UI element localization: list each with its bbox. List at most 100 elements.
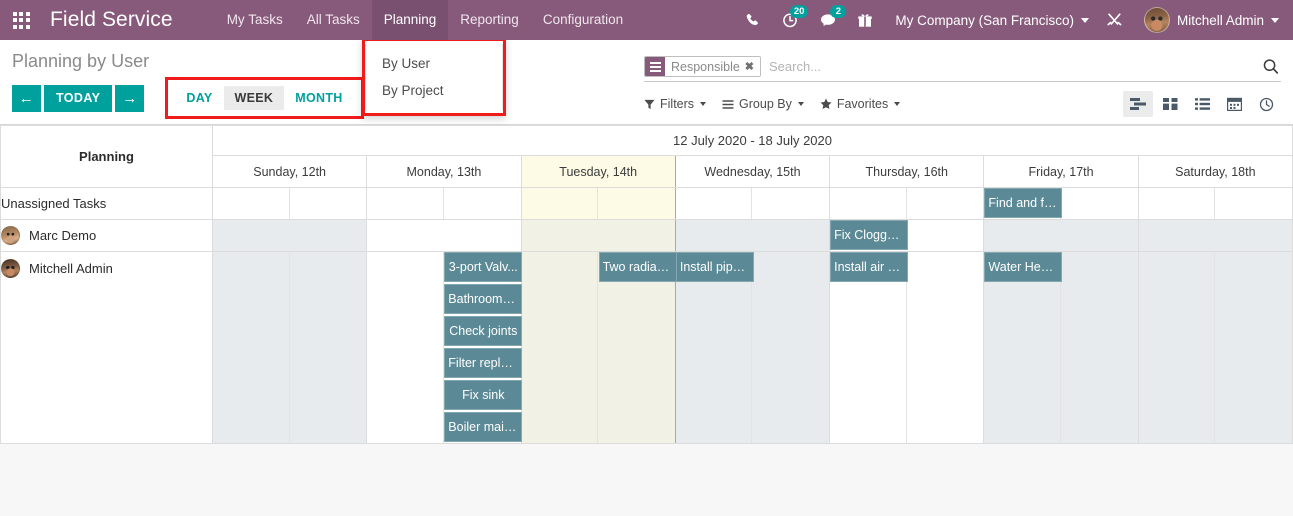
task-pill[interactable]: Filter replac... [444, 348, 522, 378]
gift-icon[interactable] [847, 0, 883, 40]
day-header-friday[interactable]: Friday, 17th [984, 156, 1138, 188]
menu-item-my-tasks[interactable]: My Tasks [215, 0, 295, 40]
row-label-mitchell-admin[interactable]: Mitchell Admin [1, 252, 213, 444]
scale-toggle-group: DAY WEEK MONTH [165, 77, 363, 119]
search-facet-responsible[interactable]: Responsible ✖ [644, 56, 761, 77]
day-header-saturday[interactable]: Saturday, 18th [1138, 156, 1292, 188]
filters-label: Filters [660, 97, 694, 111]
activity-clock-icon[interactable]: 20 [771, 0, 809, 40]
day-header-thursday[interactable]: Thursday, 16th [830, 156, 984, 188]
app-brand-title: Field Service [42, 8, 187, 32]
dropdown-item-by-project[interactable]: By Project [366, 77, 502, 104]
debug-tools-icon[interactable] [1095, 0, 1134, 40]
gantt-corner-label: Planning [1, 126, 213, 188]
cell-marc-friday[interactable] [984, 220, 1138, 252]
planning-views-dropdown: By User By Project [362, 38, 506, 116]
activity-view-icon[interactable] [1251, 91, 1281, 117]
menu-item-reporting[interactable]: Reporting [448, 0, 531, 40]
user-name-label: Mitchell Admin [1177, 13, 1264, 28]
phone-icon[interactable] [734, 0, 771, 40]
calendar-view-icon[interactable] [1219, 91, 1249, 117]
cell-marc-sunday[interactable] [213, 220, 367, 252]
main-menu: My Tasks All Tasks Planning Reporting Co… [215, 0, 635, 40]
gantt-date-range: 12 July 2020 - 18 July 2020 [213, 126, 1293, 156]
scale-day-button[interactable]: DAY [175, 86, 223, 110]
gantt-table: Planning 12 July 2020 - 18 July 2020 Sun… [0, 125, 1293, 444]
filters-dropdown[interactable]: Filters [644, 97, 706, 111]
task-pill[interactable]: 3-port Valv... [444, 252, 522, 282]
row-label-unassigned-tasks[interactable]: Unassigned Tasks [1, 188, 213, 220]
task-pill[interactable]: Boiler main... [444, 412, 522, 442]
avatar-mitchell-admin [1, 259, 20, 278]
dropdown-item-by-user[interactable]: By User [366, 50, 502, 77]
apps-menu-icon[interactable] [0, 0, 42, 40]
task-pill[interactable]: Two radiato... [599, 252, 677, 282]
cell-unassigned-saturday[interactable] [1138, 188, 1292, 220]
group-by-dropdown[interactable]: Group By [722, 97, 804, 111]
task-pill[interactable]: Fix Clogged... [830, 220, 908, 250]
cell-marc-thursday[interactable]: Fix Clogged... [830, 220, 984, 252]
gantt-view-icon[interactable] [1123, 91, 1153, 117]
control-panel-left: Planning by User ← TODAY → DAY WEEK MONT… [0, 44, 640, 119]
day-header-monday[interactable]: Monday, 13th [367, 156, 521, 188]
messages-icon[interactable]: 2 [809, 0, 847, 40]
search-icon[interactable] [1254, 58, 1281, 75]
task-pill[interactable]: Check joints [444, 316, 522, 346]
menu-item-all-tasks[interactable]: All Tasks [295, 0, 372, 40]
cell-unassigned-wednesday[interactable] [675, 188, 829, 220]
cell-unassigned-sunday[interactable] [213, 188, 367, 220]
row-label-text: Mitchell Admin [29, 261, 113, 276]
favorites-label: Favorites [837, 97, 888, 111]
cell-unassigned-thursday[interactable] [830, 188, 984, 220]
chevron-down-icon [798, 102, 804, 106]
cell-mitchell-tuesday[interactable]: Two radiato... [521, 252, 675, 444]
cell-unassigned-friday[interactable]: Find and fix... [984, 188, 1138, 220]
gantt-view: Planning 12 July 2020 - 18 July 2020 Sun… [0, 125, 1293, 444]
task-pill[interactable]: Fix sink [444, 380, 522, 410]
task-pill[interactable]: Find and fix... [984, 188, 1062, 218]
menu-item-planning[interactable]: Planning [372, 0, 449, 40]
today-button[interactable]: TODAY [44, 85, 112, 112]
list-view-icon[interactable] [1187, 91, 1217, 117]
company-name: My Company (San Francisco) [895, 13, 1074, 28]
day-header-sunday[interactable]: Sunday, 12th [213, 156, 367, 188]
row-label-marc-demo[interactable]: Marc Demo [1, 220, 213, 252]
task-pill[interactable]: Bathroom v... [444, 284, 522, 314]
task-pill[interactable]: Install air e... [830, 252, 908, 282]
cell-marc-saturday[interactable] [1138, 220, 1292, 252]
next-period-button[interactable]: → [115, 85, 144, 112]
cell-marc-wednesday[interactable] [675, 220, 829, 252]
cell-unassigned-monday[interactable] [367, 188, 521, 220]
company-selector[interactable]: My Company (San Francisco) [883, 13, 1095, 28]
task-pill[interactable]: Install pipel... [676, 252, 754, 282]
day-header-tuesday[interactable]: Tuesday, 14th [521, 156, 675, 188]
favorites-dropdown[interactable]: Favorites [820, 97, 900, 111]
menu-item-configuration[interactable]: Configuration [531, 0, 635, 40]
previous-period-button[interactable]: ← [12, 85, 41, 112]
day-header-wednesday[interactable]: Wednesday, 15th [675, 156, 829, 188]
kanban-view-icon[interactable] [1155, 91, 1185, 117]
cell-mitchell-saturday[interactable] [1138, 252, 1292, 444]
cell-marc-tuesday[interactable] [521, 220, 675, 252]
scale-week-button[interactable]: WEEK [224, 86, 285, 110]
period-nav-group: ← TODAY → [12, 85, 144, 112]
facet-label-text: Responsible [671, 60, 740, 74]
gantt-row-unassigned-tasks: Unassigned Tasks Find and fix... [1, 188, 1293, 220]
user-menu[interactable]: Mitchell Admin [1134, 7, 1283, 33]
cell-unassigned-tuesday[interactable] [521, 188, 675, 220]
control-panel-right: Responsible ✖ Filters Group By [640, 44, 1293, 117]
cell-mitchell-wednesday[interactable]: Install pipel... [675, 252, 829, 444]
task-pill[interactable]: Water Heater [984, 252, 1062, 282]
gantt-nav-controls: ← TODAY → DAY WEEK MONTH [12, 77, 640, 119]
cell-mitchell-monday[interactable]: 3-port Valv... Bathroom v... Check joint… [367, 252, 521, 444]
cell-marc-monday[interactable] [367, 220, 521, 252]
search-bar[interactable]: Responsible ✖ [644, 52, 1281, 82]
cell-mitchell-thursday[interactable]: Install air e... [830, 252, 984, 444]
search-input[interactable] [765, 59, 1254, 74]
facet-remove-icon[interactable]: ✖ [745, 60, 754, 73]
user-avatar [1144, 7, 1170, 33]
cell-mitchell-friday[interactable]: Water Heater [984, 252, 1138, 444]
scale-month-button[interactable]: MONTH [284, 86, 353, 110]
cell-mitchell-sunday[interactable] [213, 252, 367, 444]
group-by-lines-icon [645, 57, 665, 76]
